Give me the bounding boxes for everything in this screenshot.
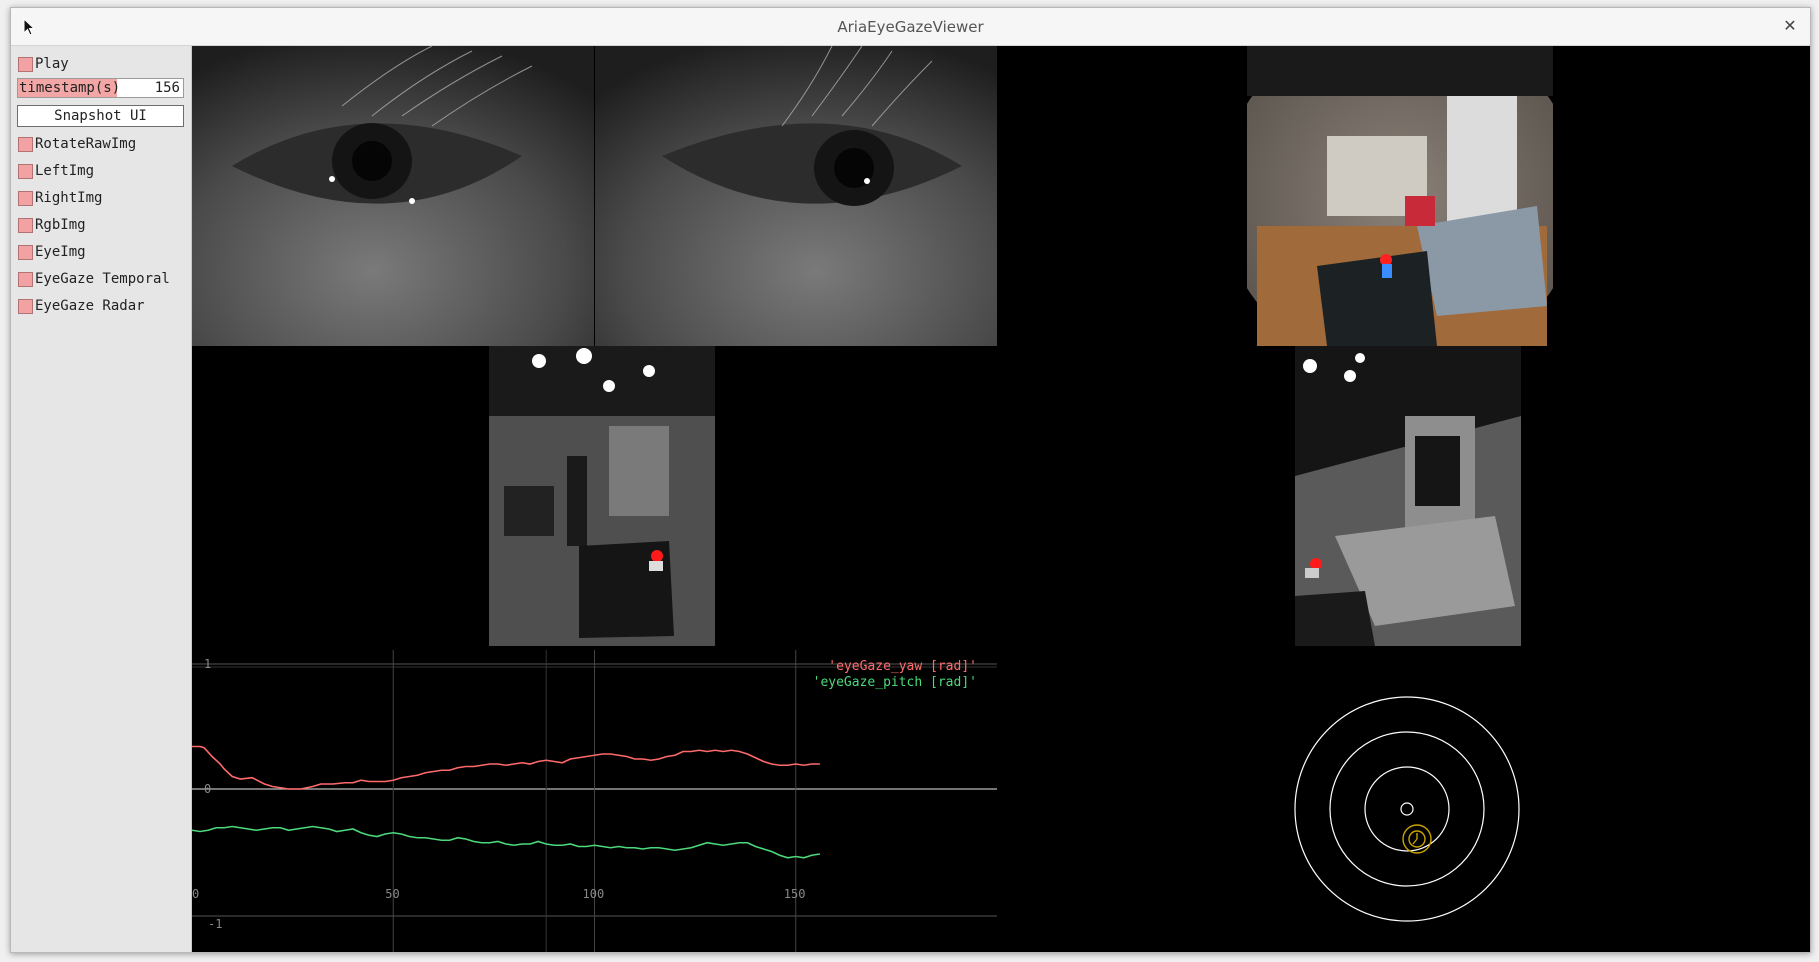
checkbox-box[interactable] [18,136,33,152]
close-icon[interactable]: ✕ [1780,16,1800,36]
checkbox-label: Play [35,56,69,72]
x-tick-label: 0 [192,887,199,901]
rgb-img-checkbox[interactable]: RgbImg [18,215,86,235]
y-tick-label: -1 [208,917,222,931]
radar-center [1400,802,1414,816]
plot-grid [192,650,997,952]
eye-img-checkbox[interactable]: EyeImg [18,242,86,262]
rotate-raw-img-checkbox[interactable]: RotateRawImg [18,134,136,154]
checkbox-label: EyeGaze Temporal [35,271,170,287]
left-image [489,346,715,646]
checkbox-label: RightImg [35,190,103,206]
eyegaze-radar[interactable] [1291,693,1523,925]
series-line-yaw [192,745,820,790]
radar-chart [1294,696,1520,922]
timestamp-slider[interactable]: timestamp(s) 156 [17,78,184,98]
rgb-image [1247,46,1553,346]
y-tick-label: 1 [204,657,211,671]
eyegaze-temporal-checkbox[interactable]: EyeGaze Temporal [18,269,170,289]
x-tick-label: 50 [385,887,399,901]
eye-image-view[interactable] [192,46,997,346]
checkbox-label: RgbImg [35,217,86,233]
checkbox-label: EyeImg [35,244,86,260]
title-bar[interactable]: AriaEyeGazeViewer ✕ [11,8,1810,46]
checkbox-box[interactable] [18,163,33,179]
left-image-view[interactable] [489,346,715,646]
checkbox-box[interactable] [18,56,33,72]
radar-ring [1294,696,1520,922]
radar-ring [1364,766,1450,852]
eyegaze-radar-checkbox[interactable]: EyeGaze Radar [18,296,145,316]
rgb-image-view[interactable] [1247,46,1553,346]
y-tick-label: 0 [204,782,211,796]
play-checkbox[interactable]: Play [18,54,69,74]
gaze-marker [1402,824,1432,854]
legend-yaw: 'eyeGaze_yaw [rad]' [828,659,977,674]
checkbox-box[interactable] [18,298,33,314]
temporal-chart: 1 0 -1 0 50 100 150 [192,650,997,952]
x-tick-label: 100 [583,887,605,901]
mouse-cursor-icon [23,17,36,40]
right-image [1295,346,1521,646]
checkbox-box[interactable] [18,190,33,206]
left-img-checkbox[interactable]: LeftImg [18,161,94,181]
right-image-view[interactable] [1295,346,1521,646]
checkbox-box[interactable] [18,271,33,287]
radar-ring [1329,731,1485,887]
control-panel: Play timestamp(s) 156 Snapshot UI Rotate… [11,46,192,952]
right-img-checkbox[interactable]: RightImg [18,188,102,208]
x-tick-label: 150 [784,887,806,901]
checkbox-label: EyeGaze Radar [35,298,145,314]
series-line-pitch [192,825,821,859]
slider-label: timestamp(s) [19,80,121,96]
checkbox-label: LeftImg [35,163,95,179]
plot-series [192,745,821,859]
checkbox-box[interactable] [18,244,33,260]
window-title: AriaEyeGazeViewer [837,18,984,36]
slider-value: 156 [154,80,180,96]
checkbox-box[interactable] [18,217,33,233]
eyegaze-temporal-plot[interactable]: 1 0 -1 0 50 100 150 'eyeGaze_yaw [rad]' … [192,650,997,952]
eye-image [192,46,997,346]
snapshot-ui-button[interactable]: Snapshot UI [17,105,184,127]
app-window: AriaEyeGazeViewer ✕ Play timestamp(s) 15… [10,7,1811,953]
checkbox-label: RotateRawImg [35,136,137,152]
legend-pitch: 'eyeGaze_pitch [rad]' [812,675,977,690]
